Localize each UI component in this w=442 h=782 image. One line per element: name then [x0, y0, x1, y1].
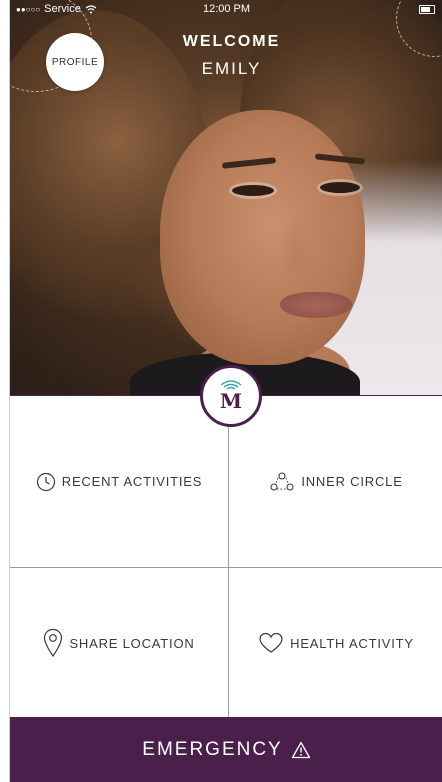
recent-activities-label: RECENT ACTIVITIES — [61, 474, 203, 489]
signal-strength-icon: ●●○○○ — [16, 4, 41, 14]
location-pin-icon — [44, 628, 63, 658]
photo-nose — [278, 215, 316, 277]
health-activity-button[interactable]: HEALTH ACTIVITY — [229, 568, 442, 718]
clock-icon — [36, 472, 55, 491]
app-logo: M — [200, 365, 262, 427]
group-icon — [270, 471, 294, 491]
carrier-name: Service — [44, 3, 81, 15]
warning-icon — [291, 741, 310, 758]
photo-eye-right — [320, 182, 360, 193]
profile-photo: WELCOME EMILY PROFILE — [10, 0, 442, 395]
recent-activities-button[interactable]: RECENT ACTIVITIES — [10, 396, 228, 567]
photo-eye-left — [232, 185, 274, 196]
phone-screen: WELCOME EMILY PROFILE ●●○○○ Service 12:0… — [9, 0, 442, 782]
logo-letter: M — [219, 389, 243, 413]
battery-icon — [419, 5, 435, 14]
status-bar: ●●○○○ Service 12:00 PM — [10, 0, 442, 18]
share-location-label: SHARE LOCATION — [69, 635, 195, 651]
emergency-label: EMERGENCY — [142, 738, 283, 760]
photo-face — [160, 110, 365, 365]
share-location-button[interactable]: SHARE LOCATION — [10, 568, 228, 718]
inner-circle-button[interactable]: INNER CIRCLE — [229, 396, 442, 567]
health-activity-label: HEALTH ACTIVITY — [290, 635, 414, 651]
photo-lips — [280, 292, 352, 318]
menu-grid: RECENT ACTIVITIES INNER CIRCLE SHARE LOC… — [10, 395, 442, 718]
profile-button[interactable]: PROFILE — [46, 33, 104, 91]
heart-icon — [259, 632, 283, 653]
inner-circle-label: INNER CIRCLE — [301, 474, 403, 489]
carrier-info: ●●○○○ Service — [10, 3, 97, 15]
emergency-button[interactable]: EMERGENCY — [10, 717, 442, 782]
status-time: 12:00 PM — [202, 3, 251, 15]
wifi-icon — [85, 4, 97, 13]
